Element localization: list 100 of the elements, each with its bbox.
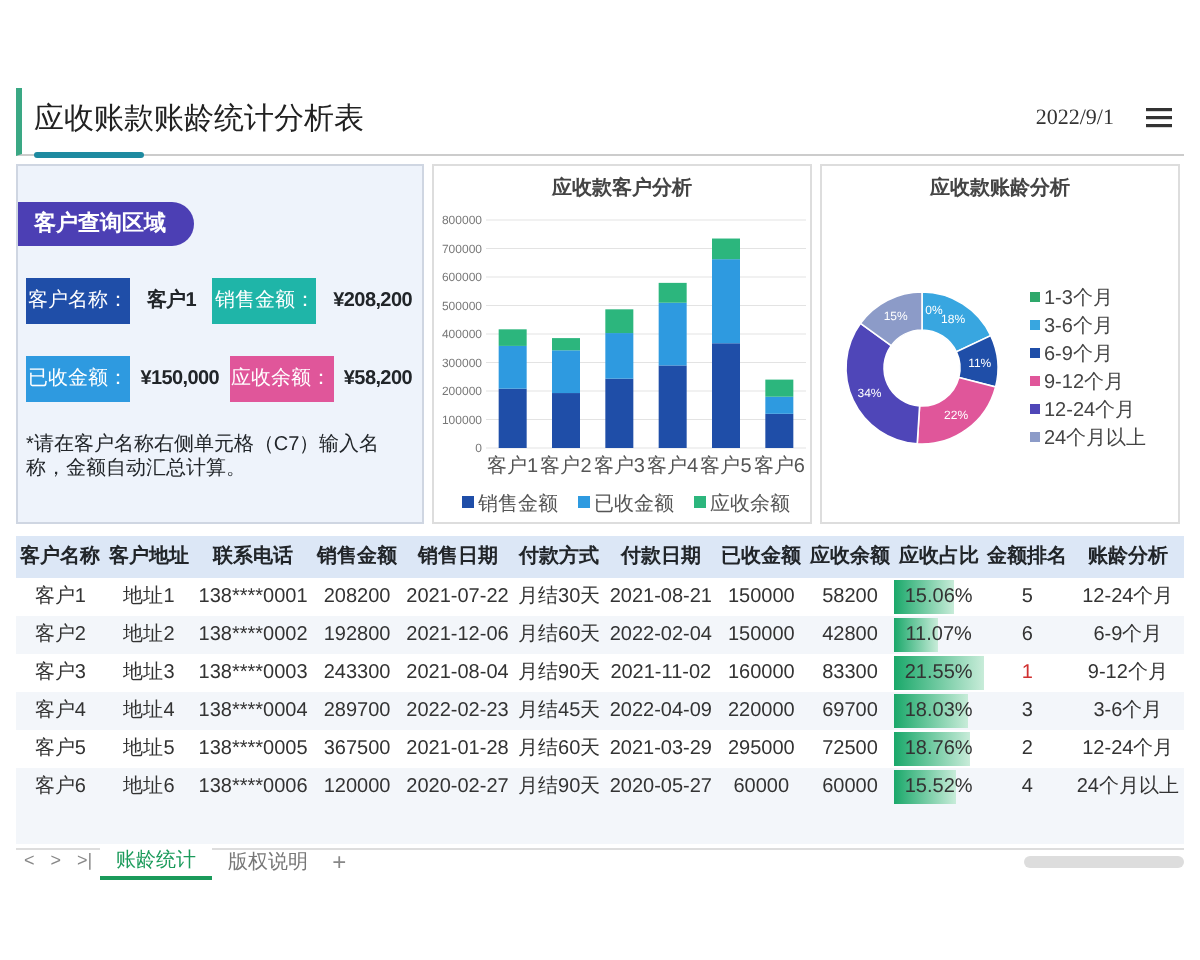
table-cell: 2022-02-04: [604, 615, 717, 653]
table-cell: 2021-11-02: [604, 653, 717, 691]
table-cell: 60000: [716, 767, 806, 805]
sheet-nav-button[interactable]: <: [16, 848, 43, 876]
table-cell: 15.52%: [904, 775, 973, 797]
section-title: 客户查询区域: [18, 201, 194, 246]
table-cell: 3-6个月: [1071, 691, 1184, 729]
table-cell: 2020-05-27: [604, 767, 717, 805]
field-label: 销售金额：: [212, 278, 317, 324]
column-header: 联系电话: [193, 535, 313, 577]
axis-label: 客户4: [647, 455, 699, 477]
table-cell: 月结30天: [513, 577, 605, 615]
legend-swatch: [578, 495, 590, 507]
column-header: 客户地址: [104, 535, 194, 577]
table-cell: 地址4: [104, 691, 194, 729]
table-cell: 120000: [312, 767, 402, 805]
legend-label: 9-12个月: [1044, 371, 1125, 393]
field-label: 已收金额：: [26, 356, 130, 402]
table-cell: 2022-02-23: [401, 691, 514, 729]
axis-label: 客户6: [753, 455, 805, 477]
field-label: 应收余额：: [229, 356, 334, 402]
table-cell: 月结90天: [513, 653, 605, 691]
table-cell: 12-24个月: [1071, 729, 1184, 767]
table-cell: 243300: [312, 653, 402, 691]
bar: [658, 364, 687, 447]
table-cell: 138****0006: [193, 767, 313, 805]
table-cell: 289700: [312, 691, 402, 729]
table-cell: 138****0005: [193, 729, 313, 767]
legend-label: 应收余额: [710, 493, 790, 515]
axis-label: 客户2: [540, 455, 592, 477]
legend-label: 6-9个月: [1044, 343, 1113, 365]
legend-swatch: [1030, 403, 1040, 413]
table-cell: 地址5: [104, 729, 194, 767]
table-cell: 2021-12-06: [401, 615, 514, 653]
column-header: 账龄分析: [1071, 535, 1184, 577]
field-label: 客户名称：: [26, 278, 130, 324]
table-cell: 60000: [805, 767, 895, 805]
table-cell: 12-24个月: [1071, 577, 1184, 615]
menu-icon[interactable]: [1146, 108, 1172, 129]
table-cell: 83300: [805, 653, 895, 691]
sheet-nav-button[interactable]: >|: [69, 848, 101, 876]
table-cell: 295000: [716, 729, 806, 767]
add-sheet-button[interactable]: +: [324, 844, 355, 880]
table-cell: 160000: [716, 653, 806, 691]
table-cell: 24个月以上: [1071, 767, 1184, 805]
table-cell: 72500: [805, 729, 895, 767]
bar: [712, 342, 740, 447]
report-date: 2022/9/1: [1035, 104, 1114, 134]
table-cell: 2020-02-27: [401, 767, 514, 805]
table-cell: 208200: [312, 577, 402, 615]
legend-label: 销售金额: [478, 493, 558, 515]
legend-label: 3-6个月: [1044, 315, 1113, 337]
legend-swatch: [1030, 431, 1040, 441]
table-cell: 9-12个月: [1071, 653, 1184, 691]
table-cell: 客户5: [16, 729, 105, 767]
table-cell: 138****0001: [193, 577, 313, 615]
sheet-tab[interactable]: 账龄统计: [100, 845, 213, 879]
sheet-tab[interactable]: 版权说明: [212, 847, 325, 877]
legend-label: 12-24个月: [1044, 399, 1136, 421]
table-cell: 138****0004: [193, 691, 313, 729]
legend-label: 24个月以上: [1044, 427, 1147, 449]
column-header: 应收余额: [805, 535, 895, 577]
note-text: *请在客户名称右侧单元格（C7）输入名称，金额自动汇总计算。: [24, 434, 382, 482]
table-cell: 地址1: [104, 577, 194, 615]
table-cell: 6: [983, 615, 1072, 653]
table-cell: 69700: [805, 691, 895, 729]
column-header: 付款日期: [604, 535, 717, 577]
table-cell: 2: [983, 729, 1072, 767]
legend-label: 已收金额: [594, 493, 674, 515]
table-cell: 月结60天: [513, 615, 605, 653]
axis-label: 客户3: [593, 455, 645, 477]
field-value: ¥58,200: [341, 366, 414, 394]
column-header: 应收占比: [894, 535, 983, 577]
legend-swatch: [1030, 375, 1040, 385]
column-header: 付款方式: [513, 535, 605, 577]
table-cell: 192800: [312, 615, 402, 653]
field-value: ¥208,200: [331, 288, 414, 316]
table-cell: 3: [983, 691, 1072, 729]
legend-swatch: [1030, 291, 1040, 301]
table-cell: 地址6: [104, 767, 194, 805]
table-cell: 21.55%: [904, 661, 973, 683]
sheet-nav-button[interactable]: >: [42, 848, 70, 876]
field-value: 客户1: [144, 286, 198, 316]
legend-swatch: [1030, 319, 1040, 329]
legend-swatch: [462, 495, 474, 507]
table-cell: 2021-08-21: [604, 577, 717, 615]
bar: [552, 392, 580, 447]
axis-label: 客户1: [487, 455, 539, 477]
legend-swatch: [1030, 347, 1040, 357]
table-cell: 2021-08-04: [401, 653, 514, 691]
scrollbar[interactable]: [1024, 856, 1184, 868]
table-cell: 地址3: [104, 653, 194, 691]
table-cell: 客户3: [16, 653, 105, 691]
column-header: 销售金额: [312, 535, 402, 577]
column-header: 金额排名: [983, 535, 1072, 577]
table-cell: 138****0003: [193, 653, 313, 691]
table-cell: 客户1: [16, 577, 105, 615]
field-value: ¥150,000: [138, 366, 222, 394]
table-cell: 1: [983, 653, 1072, 691]
table-cell: 2021-07-22: [401, 577, 514, 615]
